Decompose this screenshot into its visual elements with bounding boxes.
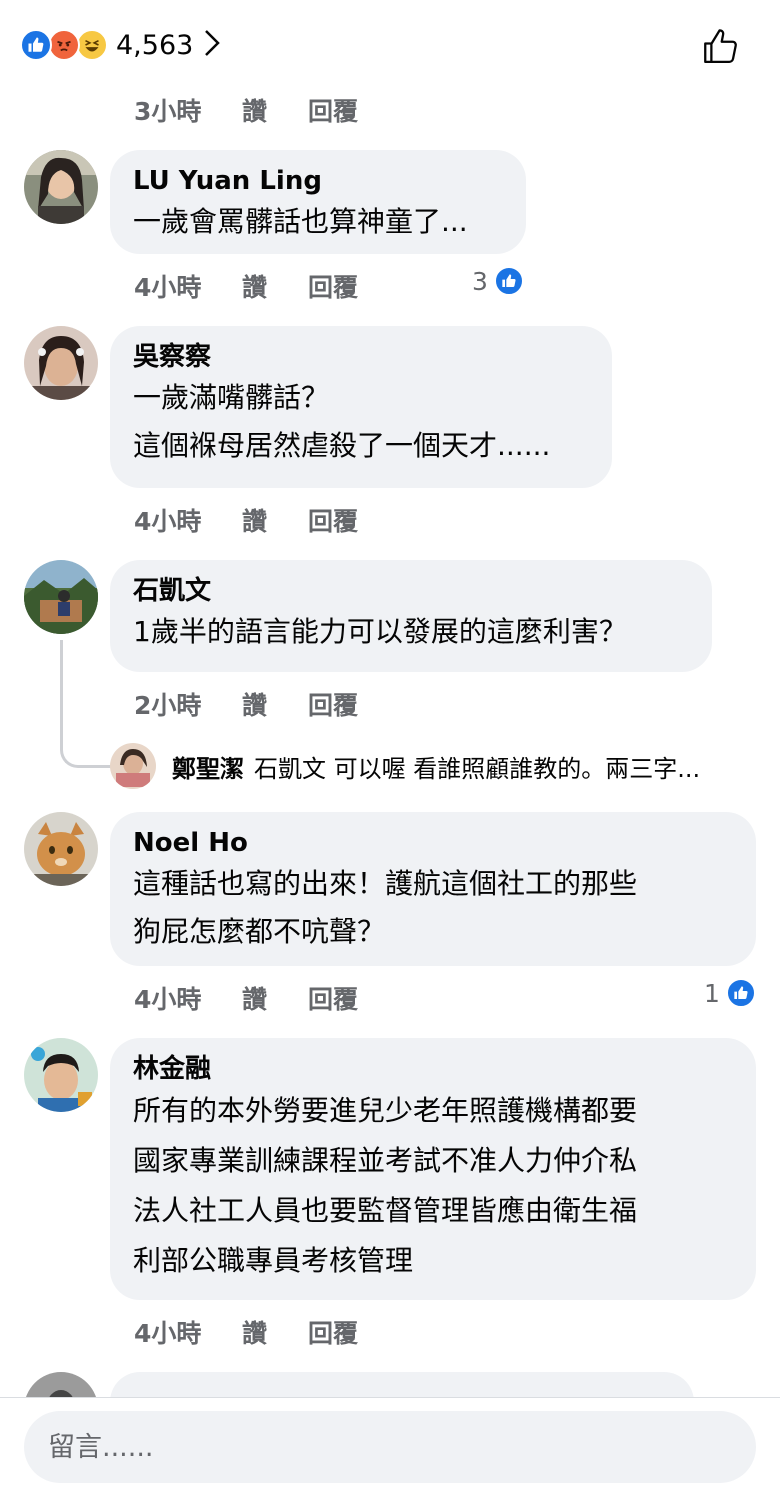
comment-time: 4小時 xyxy=(134,985,202,1014)
reply-link[interactable]: 回覆 xyxy=(308,268,398,304)
reply-link[interactable]: 回覆 xyxy=(308,980,398,1016)
reaction-badge[interactable]: 1 xyxy=(704,978,756,1008)
avatar[interactable] xyxy=(110,743,156,789)
haha-icon xyxy=(76,29,108,61)
comment-meta: 4小時 讚 回覆 xyxy=(134,1314,398,1350)
chevron-right-icon xyxy=(203,28,221,62)
comment-text: 一歲滿嘴髒話？ 這個褓母居然虐殺了一個天才...... xyxy=(133,381,551,462)
comment-time: 4小時 xyxy=(134,507,202,536)
comment-time: 3小時 xyxy=(134,97,202,126)
comment-bubble: 吳察察 一歲滿嘴髒話？ 這個褓母居然虐殺了一個天才...... xyxy=(110,326,612,488)
comment-time: 4小時 xyxy=(134,273,202,302)
reaction-badge-count: 1 xyxy=(704,978,720,1008)
thread-connector xyxy=(60,640,112,768)
reply-link[interactable]: 回覆 xyxy=(308,1314,398,1350)
reply-link[interactable]: 回覆 xyxy=(308,92,398,128)
like-icon xyxy=(20,29,52,61)
comment-text: 一歲會罵髒話也算神童了... xyxy=(133,205,468,238)
like-link[interactable]: 讚 xyxy=(242,92,308,128)
reply-link[interactable]: 回覆 xyxy=(308,686,398,722)
like-link[interactable]: 讚 xyxy=(242,1314,308,1350)
comment-meta: 4小時 讚 回覆 xyxy=(134,268,398,304)
like-link[interactable]: 讚 xyxy=(242,502,308,538)
like-link[interactable]: 讚 xyxy=(242,268,308,304)
reaction-summary[interactable]: 4,563 xyxy=(20,28,221,62)
comment-bubble: Noel Ho 這種話也寫的出來！護航這個社工的那些 狗屁怎麼都不吭聲？ xyxy=(110,812,756,966)
comment-author[interactable]: Noel Ho xyxy=(133,826,732,860)
avatar[interactable] xyxy=(24,1038,98,1112)
like-link[interactable]: 讚 xyxy=(242,980,308,1016)
reply-author[interactable]: 鄭聖潔 xyxy=(172,749,244,784)
comment-text: 這種話也寫的出來！護航這個社工的那些 狗屁怎麼都不吭聲？ xyxy=(133,867,638,948)
like-icon xyxy=(725,978,756,1008)
reply-preview[interactable]: 鄭聖潔 石凱文 可以喔 看誰照顧誰教的。兩三字... xyxy=(110,743,700,789)
reaction-badge[interactable]: 3 xyxy=(472,266,524,296)
comment-author[interactable]: LU Yuan Ling xyxy=(133,164,502,198)
reaction-summary-bar: 4,563 xyxy=(0,0,780,90)
comment-time: 2小時 xyxy=(134,691,202,720)
avatar[interactable] xyxy=(24,150,98,224)
like-link[interactable]: 讚 xyxy=(242,686,308,722)
reaction-count: 4,563 xyxy=(116,29,194,61)
angry-icon xyxy=(48,29,80,61)
like-icon xyxy=(493,266,524,296)
comment-author[interactable]: 石凱文 xyxy=(133,574,688,608)
comment-input[interactable] xyxy=(24,1411,756,1483)
comment-meta: 3小時 讚 回覆 xyxy=(134,92,398,128)
comment-author[interactable]: 林金融 xyxy=(133,1052,732,1086)
comment-text: 所有的本外勞要進兒少老年照護機構都要 國家專業訓練課程並考試不准人力仲介私 法人… xyxy=(133,1094,638,1277)
comment-bubble: 林金融 所有的本外勞要進兒少老年照護機構都要 國家專業訓練課程並考試不准人力仲介… xyxy=(110,1038,756,1300)
reply-link[interactable]: 回覆 xyxy=(308,502,398,538)
comment-author[interactable]: 吳察察 xyxy=(133,340,588,374)
comment-time: 4小時 xyxy=(134,1319,202,1348)
comment-meta: 4小時 讚 回覆 xyxy=(134,502,398,538)
comment-meta: 4小時 讚 回覆 xyxy=(134,980,398,1016)
avatar[interactable] xyxy=(24,326,98,400)
avatar[interactable] xyxy=(24,812,98,886)
comment-bubble: LU Yuan Ling 一歲會罵髒話也算神童了... xyxy=(110,150,526,254)
reaction-badge-count: 3 xyxy=(472,266,488,296)
comment-text: 1歲半的語言能力可以發展的這麼利害？ xyxy=(133,615,627,648)
thumbs-up-icon[interactable] xyxy=(700,26,742,72)
comment-composer xyxy=(0,1397,780,1495)
avatar[interactable] xyxy=(24,560,98,634)
comment-bubble: 石凱文 1歲半的語言能力可以發展的這麼利害？ xyxy=(110,560,712,672)
comment-meta: 2小時 讚 回覆 xyxy=(134,686,398,722)
reply-text: 石凱文 可以喔 看誰照顧誰教的。兩三字... xyxy=(254,754,701,783)
